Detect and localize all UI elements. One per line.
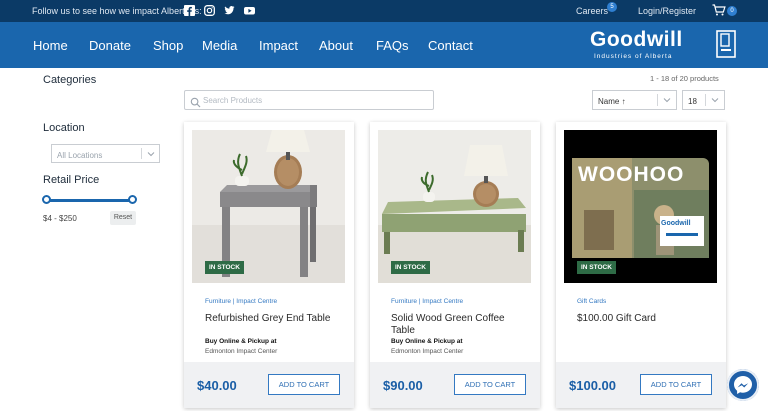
price-range-min-handle[interactable] <box>42 195 51 204</box>
pickup-location: Edmonton Impact Center <box>391 348 464 355</box>
nav-media[interactable]: Media <box>202 38 237 53</box>
select-divider <box>705 94 706 106</box>
in-stock-badge: IN STOCK <box>205 261 244 274</box>
retail-price-heading: Retail Price <box>43 174 100 186</box>
search-placeholder: Search Products <box>203 96 263 105</box>
search-icon <box>190 95 201 108</box>
pickup-label: Buy Online & Pickup at <box>391 338 463 345</box>
location-select[interactable]: All Locations <box>51 144 160 163</box>
product-category[interactable]: Gift Cards <box>577 298 606 305</box>
gift-card-brand: Goodwill <box>661 220 691 227</box>
youtube-icon[interactable] <box>244 5 255 16</box>
nav-home[interactable]: Home <box>33 38 68 53</box>
gift-card-headline: WOOHOO <box>578 163 685 186</box>
goodwill-logo[interactable]: Goodwill Industries of Alberta <box>590 28 740 64</box>
main-navigation: Home Donate Shop Media Impact About FAQs… <box>0 22 768 68</box>
location-select-value: All Locations <box>57 151 103 160</box>
follow-text: Follow us to see how we impact Albertans… <box>32 6 202 16</box>
price-range-max-handle[interactable] <box>128 195 137 204</box>
in-stock-badge: IN STOCK <box>577 261 616 274</box>
logo-wordmark: Goodwill <box>590 28 683 51</box>
product-category[interactable]: Furniture | Impact Centre <box>205 298 277 305</box>
product-price: $40.00 <box>197 378 237 393</box>
location-heading: Location <box>43 122 85 134</box>
nav-contact[interactable]: Contact <box>428 38 473 53</box>
top-bar: Follow us to see how we impact Albertans… <box>0 0 768 22</box>
cart-icon[interactable] <box>712 4 726 16</box>
pickup-label: Buy Online & Pickup at <box>205 338 277 345</box>
reset-button[interactable]: Reset <box>110 211 136 225</box>
careers-link[interactable]: Careers <box>576 6 608 16</box>
careers-badge: 5 <box>607 2 617 12</box>
chevron-down-icon <box>663 96 671 104</box>
twitter-icon[interactable] <box>224 5 235 16</box>
nav-shop[interactable]: Shop <box>153 38 183 53</box>
facebook-icon[interactable] <box>184 5 195 17</box>
sort-select-value: Name ↑ <box>598 97 626 106</box>
messenger-icon <box>727 369 759 405</box>
product-price: $100.00 <box>569 378 616 393</box>
logo-mark-icon <box>716 30 736 58</box>
logo-subtitle: Industries of Alberta <box>594 53 673 60</box>
product-count: 1 - 18 of 20 products <box>650 74 719 83</box>
price-range-text: $4 - $250 <box>43 214 77 223</box>
add-to-cart-button[interactable]: ADD TO CART <box>268 374 340 395</box>
price-range-track[interactable] <box>46 199 133 202</box>
product-price: $90.00 <box>383 378 423 393</box>
instagram-icon[interactable] <box>204 5 215 16</box>
social-links <box>184 5 255 17</box>
product-card[interactable]: IN STOCK Furniture | Impact Centre Solid… <box>370 122 540 408</box>
product-name[interactable]: Refurbished Grey End Table <box>205 313 340 325</box>
product-card[interactable]: WOOHOO Goodwill IN STOCK Gift Cards $100… <box>556 122 726 408</box>
product-name[interactable]: Solid Wood Green Coffee Table <box>391 313 526 337</box>
select-divider <box>141 148 142 159</box>
messenger-chat-button[interactable] <box>727 369 759 401</box>
login-register-link[interactable]: Login/Register <box>638 6 696 16</box>
in-stock-badge: IN STOCK <box>391 261 430 274</box>
search-input[interactable]: Search Products <box>184 90 434 110</box>
nav-about[interactable]: About <box>319 38 353 53</box>
nav-impact[interactable]: Impact <box>259 38 298 53</box>
chevron-down-icon <box>147 150 155 158</box>
add-to-cart-button[interactable]: ADD TO CART <box>640 374 712 395</box>
product-category[interactable]: Furniture | Impact Centre <box>391 298 463 305</box>
chevron-down-icon <box>711 96 719 104</box>
cart-count-badge: 0 <box>727 6 737 16</box>
select-divider <box>657 94 658 106</box>
product-card[interactable]: IN STOCK Furniture | Impact Centre Refur… <box>184 122 354 408</box>
per-page-select[interactable]: 18 <box>682 90 725 110</box>
nav-donate[interactable]: Donate <box>89 38 131 53</box>
product-name[interactable]: $100.00 Gift Card <box>577 313 712 325</box>
nav-faqs[interactable]: FAQs <box>376 38 409 53</box>
add-to-cart-button[interactable]: ADD TO CART <box>454 374 526 395</box>
sort-select[interactable]: Name ↑ <box>592 90 677 110</box>
categories-heading: Categories <box>43 74 97 86</box>
pickup-location: Edmonton Impact Center <box>205 348 278 355</box>
per-page-value: 18 <box>688 97 697 106</box>
